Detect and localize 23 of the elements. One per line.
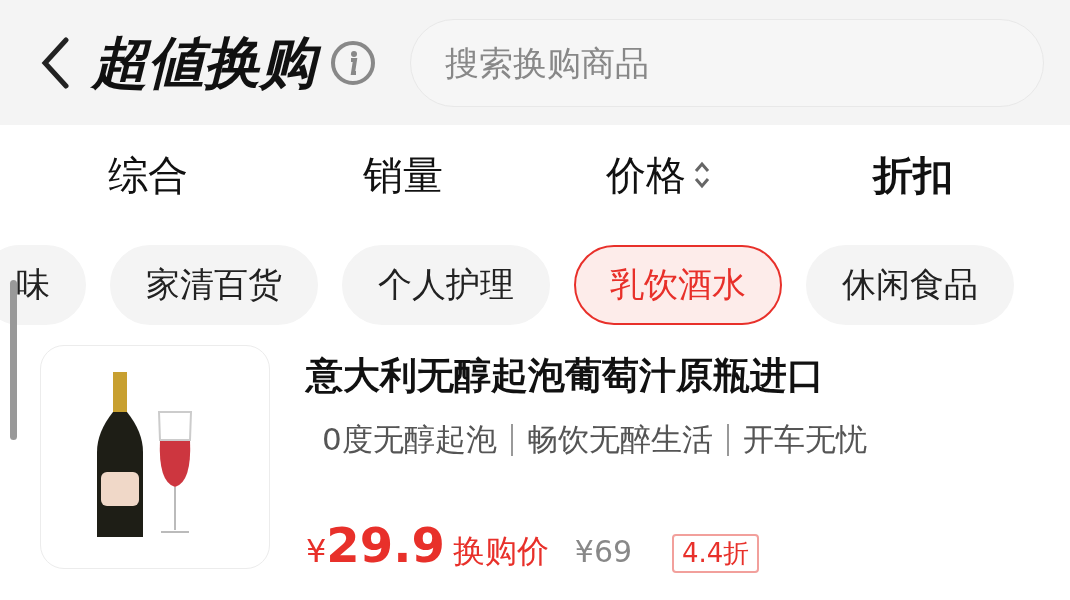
sort-tab[interactable]: 折扣 bbox=[785, 147, 1040, 203]
price-label: 换购价 bbox=[452, 531, 549, 572]
exchange-price: 29.9 bbox=[326, 517, 445, 573]
category-chip[interactable]: 个人护理 bbox=[342, 245, 550, 325]
category-chip[interactable]: 味 bbox=[0, 245, 86, 325]
category-chip[interactable]: 休闲食品 bbox=[806, 245, 1014, 325]
discount-badge: 4.4折 bbox=[672, 534, 760, 573]
product-title: 意大利无醇起泡葡萄汁原瓶进口 bbox=[306, 353, 825, 399]
category-chip[interactable]: 乳饮酒水 bbox=[574, 245, 782, 325]
info-icon[interactable] bbox=[330, 39, 376, 86]
sort-tab[interactable]: 价格 bbox=[530, 147, 785, 203]
currency-sign: ¥ bbox=[306, 532, 327, 570]
category-chip[interactable]: 家清百货 bbox=[110, 245, 318, 325]
sort-arrows-icon bbox=[693, 160, 710, 190]
sort-tab[interactable]: 销量 bbox=[275, 147, 530, 203]
original-price: ¥69 bbox=[574, 534, 633, 569]
page-title: 超値换购 bbox=[88, 24, 330, 101]
product-tag: 0度无醇起泡 bbox=[322, 419, 497, 461]
search-field[interactable]: 搜索换购商品 bbox=[410, 18, 1044, 107]
back-icon[interactable] bbox=[40, 36, 70, 89]
product-tag: 开车无忧 bbox=[742, 419, 867, 461]
product-tag: 畅饮无醉生活 bbox=[526, 419, 713, 461]
sort-tab[interactable]: 综合 bbox=[20, 147, 275, 203]
